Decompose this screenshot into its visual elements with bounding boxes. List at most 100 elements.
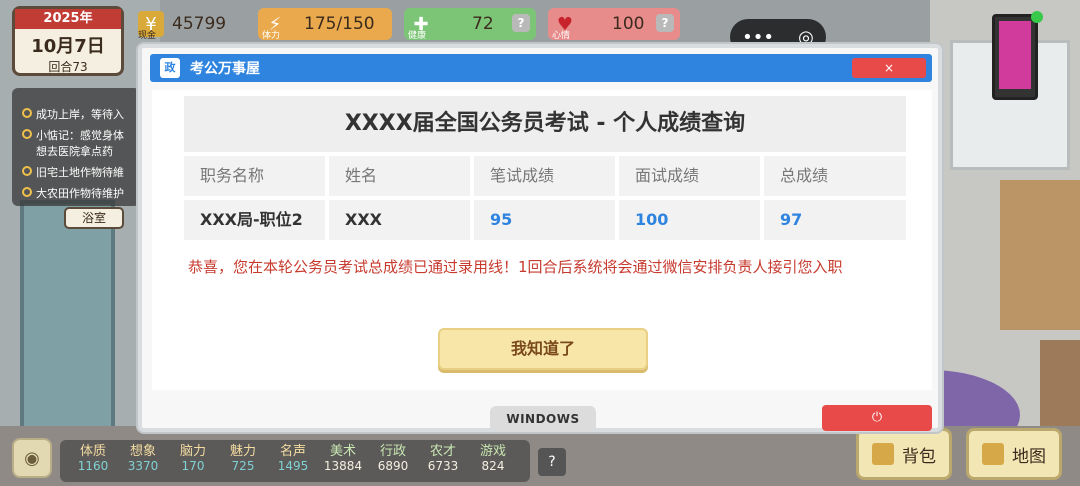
table-header-cell: 面试成绩 (619, 156, 760, 196)
date-year: 2025年 (15, 9, 121, 29)
table-header-cell: 姓名 (329, 156, 470, 196)
bag-icon (872, 443, 894, 465)
attr-name: 美术 (329, 444, 356, 459)
attr-name: 行政 (379, 444, 406, 459)
attr-item: 想象 3370 (118, 440, 168, 482)
bag-button[interactable]: 背包 (856, 428, 952, 480)
task-text: 小惦记：感觉身体 (36, 129, 124, 142)
exam-result-modal: 政 考公万事屋 × XXXX届全国公务员考试 - 个人成绩查询 职务名称 姓名 … (138, 44, 942, 432)
eye-icon: ◉ (24, 447, 40, 469)
cash-stat[interactable]: ¥ 现金 45799 (134, 8, 252, 41)
modal-title: 考公万事屋 (190, 61, 260, 77)
attr-item: 名声 1495 (268, 440, 318, 482)
task-item[interactable]: 大农田作物待维护 (22, 185, 132, 201)
task-ring-icon (22, 129, 32, 139)
task-ring-icon (22, 187, 32, 197)
table-cell: 100 (619, 200, 760, 240)
congrats-message: 恭喜，您在本轮公务员考试总成绩已通过录用线！1回合后系统将会通过微信安排负责人接… (188, 258, 843, 276)
modal-content: XXXX届全国公务员考试 - 个人成绩查询 职务名称 姓名 笔试成绩 面试成绩 … (152, 90, 932, 390)
phone-button[interactable] (992, 11, 1043, 100)
energy-value: 175/150 (304, 14, 375, 34)
date-turn: 回合73 (48, 60, 88, 74)
energy-label: 体力 (262, 31, 281, 41)
attributes-help-button[interactable]: ? (538, 448, 566, 476)
table-cell: XXX局-职位2 (184, 200, 325, 240)
map-button[interactable]: 地图 (966, 428, 1062, 480)
attr-name: 魅力 (229, 444, 256, 459)
attr-name: 农才 (429, 444, 456, 459)
attr-item: 脑力 170 (168, 440, 218, 482)
acknowledge-button[interactable]: 我知道了 (438, 328, 648, 370)
grade-query-title: XXXX届全国公务员考试 - 个人成绩查询 (184, 96, 906, 152)
mood-value: 100 (612, 14, 645, 34)
attr-item: 农才 6733 (418, 440, 468, 482)
room-tag[interactable]: 浴室 (64, 207, 124, 229)
attr-value: 3370 (127, 459, 159, 473)
cat-tree (1000, 180, 1080, 330)
attr-name: 名声 (279, 444, 306, 459)
table-header-row: 职务名称 姓名 笔试成绩 面试成绩 总成绩 (184, 156, 906, 196)
attr-name: 体质 (79, 444, 106, 459)
energy-stat[interactable]: ⚡ 体力 175/150 (258, 8, 392, 41)
score-table: 职务名称 姓名 笔试成绩 面试成绩 总成绩 XXX局-职位2 XXX 95 10… (184, 156, 906, 244)
task-panel[interactable]: 成功上岸，等待入 小惦记：感觉身体 想去医院拿点药 旧宅土地作物待維 大农田作物待… (12, 88, 140, 206)
attr-value: 824 (481, 459, 505, 473)
table-row: XXX局-职位2 XXX 95 100 97 (184, 200, 906, 240)
phone-screen (999, 21, 1031, 89)
bag-label: 背包 (902, 446, 936, 467)
table-cell: 95 (474, 200, 615, 240)
attr-name: 游戏 (479, 444, 506, 459)
attr-item: 魅力 725 (218, 440, 268, 482)
attr-item: 游戏 824 (468, 440, 518, 482)
attr-item: 体质 1160 (68, 440, 118, 482)
health-value: 72 (472, 14, 494, 34)
health-stat[interactable]: ✚ 健康 72 ? (404, 8, 536, 41)
table-cell: 97 (764, 200, 906, 240)
windows-button[interactable]: WINDOWS (490, 406, 596, 432)
cabinet (1040, 340, 1080, 440)
task-item[interactable]: 旧宅土地作物待維 (22, 164, 132, 180)
date-card[interactable]: 2025年 10月7日 回合73 (12, 6, 124, 76)
map-icon (982, 443, 1004, 465)
cash-label: 现金 (138, 31, 157, 41)
table-header-cell: 总成绩 (764, 156, 906, 196)
task-ring-icon (22, 108, 32, 118)
attr-item: 美术 13884 (318, 440, 368, 482)
health-label: 健康 (408, 31, 427, 41)
task-text: 旧宅土地作物待維 (36, 166, 124, 179)
close-button[interactable]: × (852, 58, 926, 78)
attr-value: 1160 (77, 459, 109, 473)
app-logo-icon: 政 (160, 58, 180, 78)
mood-label: 心情 (552, 31, 571, 41)
notification-dot (1031, 11, 1043, 23)
attributes-bar: 体质 1160 想象 3370 脑力 170 魅力 725 名声 1495 美术 13884… (60, 440, 530, 482)
attr-value: 13884 (323, 459, 363, 473)
task-text: 成功上岸，等待入 (36, 108, 124, 121)
task-text: 大农田作物待维护 (36, 187, 124, 200)
attr-value: 6733 (427, 459, 459, 473)
task-subtext: 想去医院拿点药 (36, 145, 113, 158)
cash-value: 45799 (172, 14, 227, 34)
table-header-cell: 职务名称 (184, 156, 325, 196)
task-item[interactable]: 成功上岸，等待入 (22, 106, 132, 122)
eye-toggle-button[interactable]: ◉ (12, 438, 52, 478)
health-help-icon[interactable]: ? (512, 14, 530, 32)
mood-help-icon[interactable]: ? (656, 14, 674, 32)
mood-stat[interactable]: ♥ 心情 100 ? (548, 8, 680, 41)
table-header-cell: 笔试成绩 (474, 156, 615, 196)
table-cell: XXX (329, 200, 470, 240)
attr-name: 想象 (129, 444, 156, 459)
task-ring-icon (22, 166, 32, 176)
attr-value: 725 (231, 459, 255, 473)
attr-value: 170 (181, 459, 205, 473)
attr-value: 1495 (277, 459, 309, 473)
attr-value: 6890 (377, 459, 409, 473)
door (20, 200, 115, 440)
attr-name: 脑力 (179, 444, 206, 459)
power-button[interactable]: ⏻ (822, 405, 932, 431)
modal-titlebar: 政 考公万事屋 × (150, 54, 932, 82)
attr-item: 行政 6890 (368, 440, 418, 482)
date-day: 10月7日 (31, 36, 105, 57)
map-label: 地图 (1012, 446, 1046, 467)
task-item[interactable]: 小惦记：感觉身体 想去医院拿点药 (22, 127, 132, 159)
